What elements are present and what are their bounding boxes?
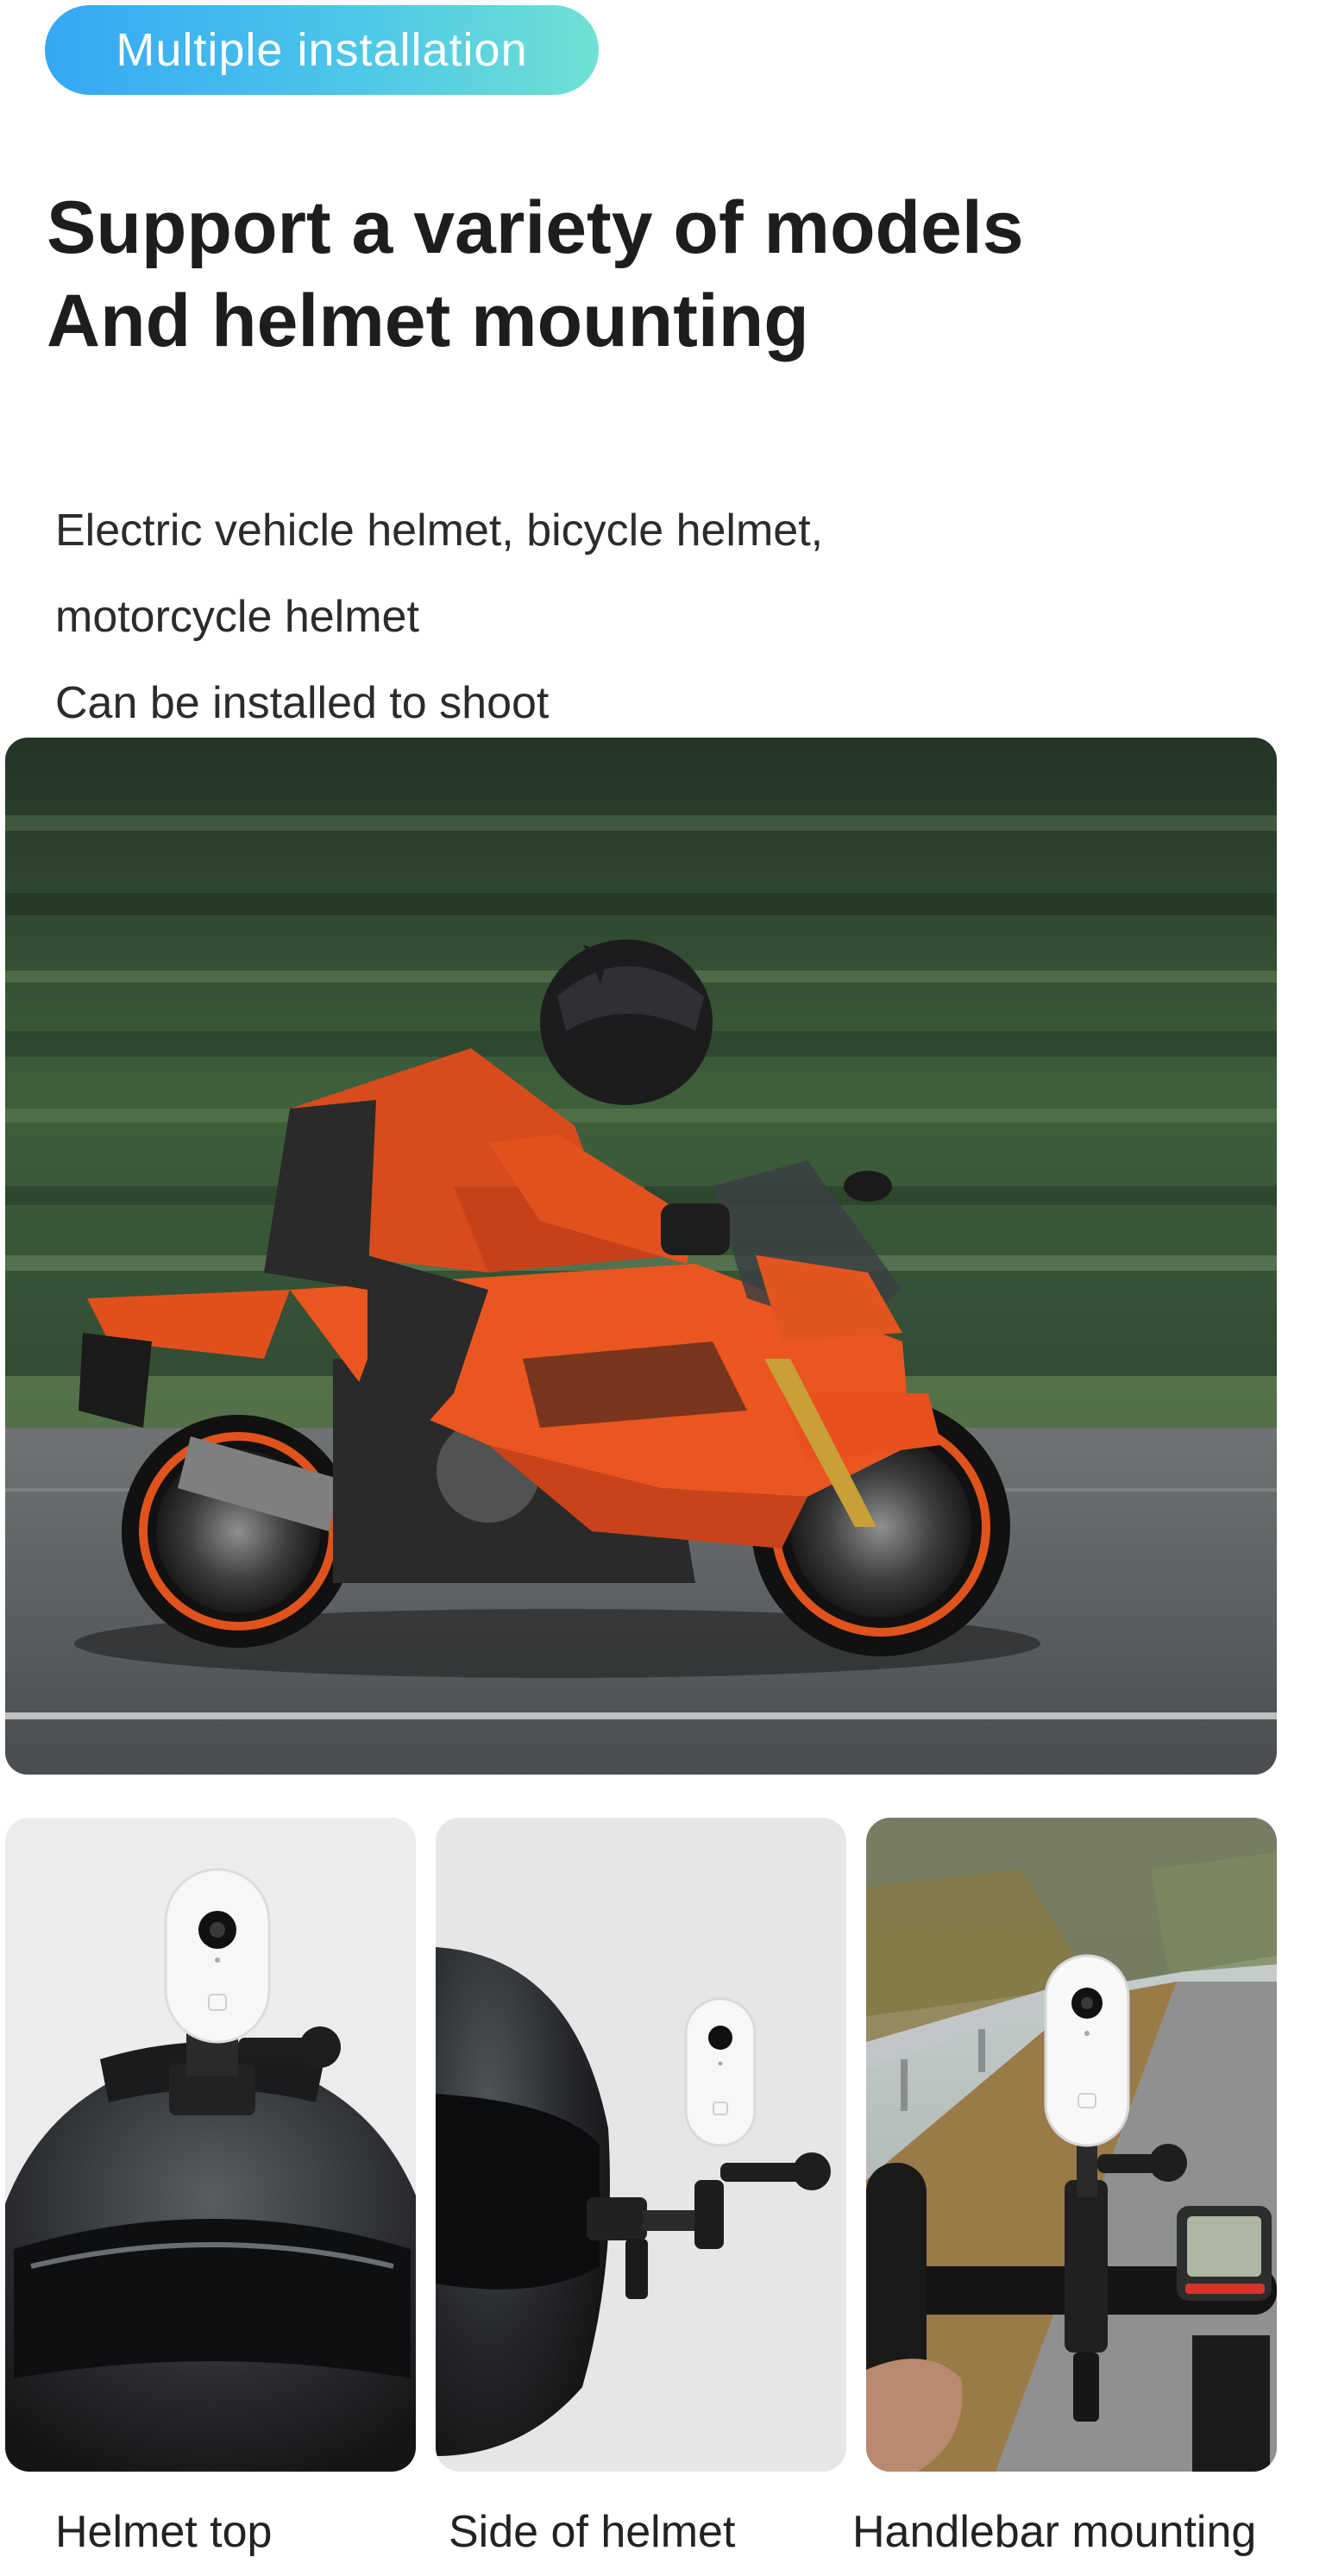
motorcycle-rider-photo [5, 738, 1277, 1775]
description-line-2: motorcycle helmet [55, 592, 419, 642]
description-line-3: Can be installed to shoot [55, 678, 550, 728]
handlebar-photo [866, 1818, 1277, 2472]
caption-helmet-top: Helmet top [55, 2507, 273, 2557]
description: Electric vehicle helmet, bicycle helmet,… [55, 487, 823, 746]
helmet-side-photo [436, 1818, 846, 2472]
description-line-1: Electric vehicle helmet, bicycle helmet, [55, 506, 824, 556]
headline-line-1: Support a variety of models [47, 186, 1024, 269]
helmet-top-photo [5, 1818, 416, 2472]
multiple-installation-badge: Multiple installation [45, 5, 599, 95]
caption-handlebar-mounting: Handlebar mounting [852, 2507, 1257, 2557]
caption-side-of-helmet: Side of helmet [449, 2507, 736, 2557]
headline-line-2: And helmet mounting [47, 280, 809, 362]
headline: Support a variety of models And helmet m… [47, 181, 1024, 368]
